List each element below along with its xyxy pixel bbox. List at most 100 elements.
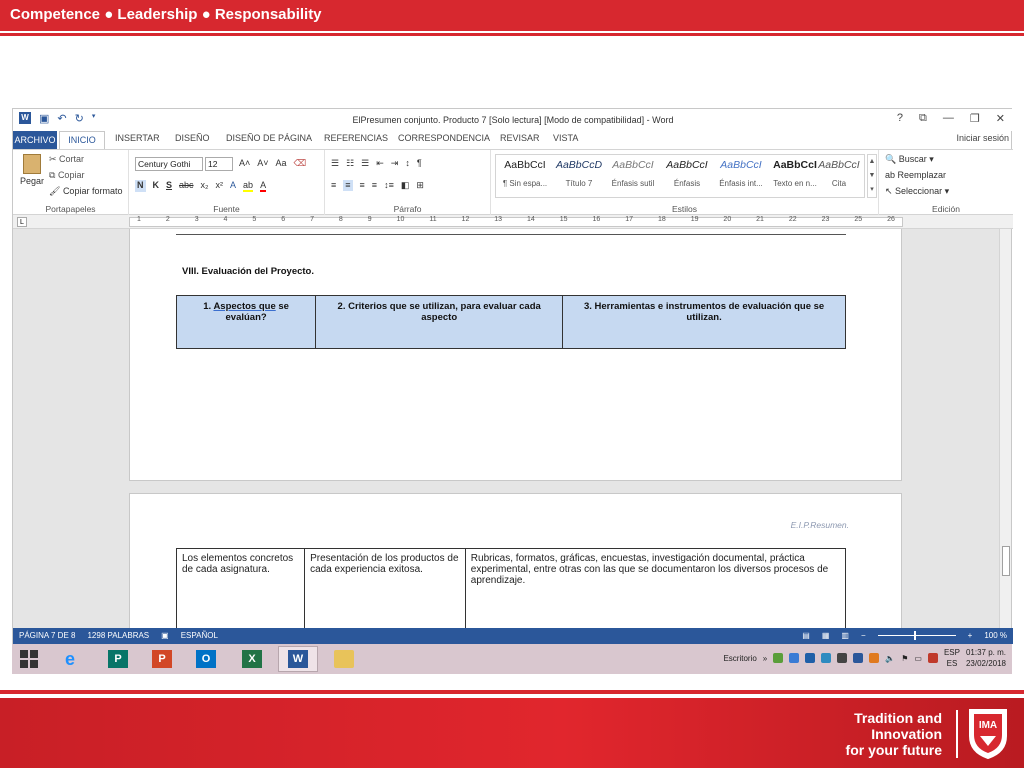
horizontal-ruler[interactable]: L 1 2 3 4 5 6 7 8 9 10 11 12 13 14 15 16… bbox=[13, 215, 1013, 229]
replace-button[interactable]: ab Reemplazar bbox=[885, 170, 946, 180]
tab-selector-icon[interactable]: L bbox=[17, 217, 27, 227]
bullets-icon[interactable]: ☰ bbox=[331, 158, 339, 169]
zoom-slider-knob[interactable] bbox=[913, 631, 916, 640]
style-sin-espaciado[interactable]: AaBbCcI ¶ Sin espa... bbox=[498, 159, 552, 188]
document-page[interactable]: VIII. Evaluación del Proyecto. 1. Aspect… bbox=[129, 229, 902, 481]
language-indicator[interactable]: ESPAÑOL bbox=[181, 631, 218, 640]
tray-app-icon[interactable] bbox=[789, 653, 800, 663]
tray-expand-icon[interactable]: » bbox=[763, 654, 767, 663]
strikethrough-button[interactable]: abc bbox=[179, 180, 194, 192]
multilevel-list-icon[interactable]: ☰ bbox=[361, 158, 369, 169]
clear-format-icon[interactable]: ⌫ bbox=[294, 158, 307, 169]
copy-button[interactable]: ⧉ Copiar bbox=[49, 170, 84, 181]
increase-indent-icon[interactable]: ⇥ bbox=[391, 158, 399, 169]
bold-button[interactable]: N bbox=[135, 180, 146, 192]
print-layout-icon[interactable]: ▦ bbox=[822, 631, 830, 640]
tab-diseno-pagina[interactable]: DISEÑO DE PÁGINA bbox=[226, 133, 312, 143]
style-cita[interactable]: AaBbCcI Cita bbox=[812, 159, 866, 188]
tab-vista[interactable]: VISTA bbox=[553, 133, 578, 143]
table-cell[interactable]: 2. Criterios que se utilizan, para evalu… bbox=[315, 295, 564, 349]
style-enfasis-intenso[interactable]: AaBbCcI Énfasis int... bbox=[714, 159, 768, 188]
document-page[interactable]: E.I.P.Resumen. Los elementos concretos d… bbox=[129, 493, 902, 628]
help-button[interactable]: ? bbox=[897, 112, 903, 125]
zoom-out-icon[interactable]: − bbox=[861, 631, 866, 640]
table-cell[interactable]: Presentación de los productos de cada ex… bbox=[304, 548, 466, 628]
table-cell[interactable]: Rubricas, formatos, gráficas, encuestas,… bbox=[464, 548, 847, 628]
shading-icon[interactable]: ◧ bbox=[401, 180, 410, 191]
italic-button[interactable]: K bbox=[153, 180, 160, 192]
zoom-in-icon[interactable]: + bbox=[968, 631, 973, 640]
tab-insertar[interactable]: INSERTAR bbox=[115, 133, 160, 143]
tray-app-icon[interactable] bbox=[869, 653, 880, 663]
paste-button[interactable]: Pegar bbox=[19, 154, 45, 186]
tray-app-icon[interactable] bbox=[773, 653, 784, 663]
minimize-button[interactable]: — bbox=[943, 112, 954, 125]
superscript-button[interactable]: x² bbox=[216, 180, 224, 192]
highlight-icon[interactable]: ab bbox=[243, 180, 254, 192]
underline-button[interactable]: S bbox=[166, 180, 172, 192]
taskbar-word[interactable]: W bbox=[278, 646, 318, 672]
styles-scroll-icon[interactable]: ▲ ▼ ▾ bbox=[867, 154, 877, 198]
font-color-icon[interactable]: A bbox=[260, 180, 267, 192]
decrease-indent-icon[interactable]: ⇤ bbox=[376, 158, 384, 169]
table-cell[interactable]: 3. Herramientas e instrumentos de evalua… bbox=[562, 295, 846, 349]
style-enfasis[interactable]: AaBbCcI Énfasis bbox=[660, 159, 714, 188]
select-button[interactable]: ↖ Seleccionar ▾ bbox=[885, 186, 949, 197]
zoom-level[interactable]: 100 % bbox=[984, 631, 1007, 640]
ribbon-display-button[interactable]: ⧉ bbox=[919, 112, 927, 125]
taskbar-internet-explorer[interactable]: e bbox=[50, 646, 90, 672]
proofing-icon[interactable]: ▣ bbox=[161, 631, 169, 640]
tab-archivo[interactable]: ARCHIVO bbox=[13, 131, 57, 149]
style-enfasis-sutil[interactable]: AaBbCcI Énfasis sutil bbox=[606, 159, 660, 188]
volume-icon[interactable]: 🔈 bbox=[885, 654, 895, 663]
taskbar-file-explorer[interactable] bbox=[324, 646, 364, 672]
vertical-scrollbar[interactable] bbox=[999, 229, 1011, 628]
cut-button[interactable]: ✂ Cortar bbox=[49, 154, 84, 165]
tab-correspondencia[interactable]: CORRESPONDENCIA bbox=[398, 133, 490, 143]
style-titulo-7[interactable]: AaBbCcD Título 7 bbox=[552, 159, 606, 188]
network-icon[interactable]: ▭ bbox=[914, 654, 922, 663]
scroll-thumb[interactable] bbox=[1002, 546, 1010, 576]
table-cell[interactable]: Los elementos concretos de cada asignatu… bbox=[175, 548, 306, 628]
desktop-toolbar-label[interactable]: Escritorio bbox=[723, 654, 756, 663]
start-button[interactable] bbox=[20, 650, 38, 668]
taskbar-outlook[interactable]: O bbox=[186, 646, 226, 672]
web-layout-icon[interactable]: ▥ bbox=[841, 631, 849, 640]
taskbar-powerpoint[interactable]: P bbox=[142, 646, 182, 672]
show-marks-icon[interactable]: ¶ bbox=[417, 158, 422, 169]
font-name-select[interactable]: Century Gothi bbox=[135, 157, 203, 171]
system-clock[interactable]: 01:37 p. m. 23/02/2018 bbox=[966, 647, 1006, 669]
align-right-icon[interactable]: ≡ bbox=[360, 180, 365, 191]
find-button[interactable]: 🔍 Buscar ▾ bbox=[885, 154, 934, 165]
taskbar-excel[interactable]: X bbox=[232, 646, 272, 672]
format-painter-button[interactable]: 🖌 Copiar formato bbox=[49, 186, 122, 197]
align-left-icon[interactable]: ≡ bbox=[331, 180, 336, 191]
shrink-font-icon[interactable]: A˅ bbox=[257, 158, 268, 169]
document-area[interactable]: VIII. Evaluación del Proyecto. 1. Aspect… bbox=[13, 229, 1001, 628]
sign-in-link[interactable]: Iniciar sesión bbox=[956, 133, 1009, 143]
read-mode-icon[interactable]: ▤ bbox=[802, 631, 810, 640]
restore-button[interactable]: ❐ bbox=[970, 112, 980, 125]
flag-icon[interactable]: ⚑ bbox=[901, 654, 908, 663]
numbering-icon[interactable]: ☷ bbox=[346, 158, 354, 169]
subscript-button[interactable]: x₂ bbox=[201, 180, 209, 192]
taskbar-publisher[interactable]: P bbox=[98, 646, 138, 672]
tab-revisar[interactable]: REVISAR bbox=[500, 133, 540, 143]
table-cell[interactable]: 1. Aspectos que se evalúan? bbox=[175, 295, 317, 349]
language-switch[interactable]: ESP ES bbox=[944, 647, 960, 669]
sort-icon[interactable]: ↕ bbox=[405, 158, 410, 169]
align-center-icon[interactable]: ≡ bbox=[343, 180, 353, 191]
justify-icon[interactable]: ≡ bbox=[372, 180, 377, 191]
tray-app-icon[interactable] bbox=[837, 653, 848, 663]
text-effects-icon[interactable]: A bbox=[230, 180, 236, 192]
borders-icon[interactable]: ⊞ bbox=[416, 180, 424, 191]
word-count[interactable]: 1298 PALABRAS bbox=[87, 631, 149, 640]
font-size-select[interactable]: 12 bbox=[205, 157, 233, 171]
tray-app-icon[interactable] bbox=[805, 653, 816, 663]
zoom-slider[interactable] bbox=[877, 631, 956, 640]
tab-inicio[interactable]: INICIO bbox=[59, 131, 105, 149]
tray-app-icon[interactable] bbox=[821, 653, 832, 663]
tab-referencias[interactable]: REFERENCIAS bbox=[324, 133, 388, 143]
grow-font-icon[interactable]: A˄ bbox=[239, 158, 250, 169]
change-case-icon[interactable]: Aa bbox=[276, 158, 287, 169]
